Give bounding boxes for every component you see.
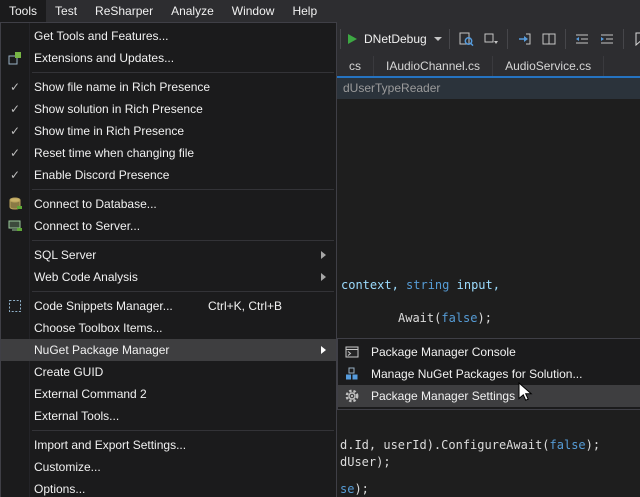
menu-item-nuget-package-manager[interactable]: NuGet Package Manager — [1, 339, 336, 361]
check-icon: ✓ — [10, 168, 20, 182]
menu-item-choose-toolbox-items[interactable]: Choose Toolbox Items... — [1, 317, 336, 339]
toolbar-separator — [449, 29, 450, 49]
bookmark-icon[interactable] — [631, 30, 640, 48]
menu-item-external-command-2[interactable]: External Command 2 — [1, 383, 336, 405]
code-fragment: context, string input, — [341, 278, 500, 292]
menu-separator — [32, 240, 334, 241]
menu-item-enable-discord-presence[interactable]: ✓ Enable Discord Presence — [1, 164, 336, 186]
code-fragment: dUser); — [340, 455, 391, 469]
menu-separator — [32, 72, 334, 73]
code-fragment: d.Id, userId).ConfigureAwait(false); — [340, 438, 600, 452]
menu-item-options[interactable]: Options... — [1, 478, 336, 497]
menu-separator — [32, 291, 334, 292]
split-window-icon[interactable] — [540, 30, 558, 48]
check-icon: ✓ — [10, 102, 20, 116]
tab-audioservice[interactable]: AudioService.cs — [493, 56, 604, 76]
check-icon: ✓ — [10, 80, 20, 94]
menu-item-external-tools[interactable]: External Tools... — [1, 405, 336, 427]
menu-item-show-file-name-rich-presence[interactable]: ✓ Show file name in Rich Presence — [1, 76, 336, 98]
run-icon[interactable] — [348, 34, 357, 44]
active-tab-underline — [337, 76, 640, 78]
menu-item-connect-to-database[interactable]: Connect to Database... — [1, 193, 336, 215]
menu-item-import-and-export-settings[interactable]: Import and Export Settings... — [1, 434, 336, 456]
indent-increase-icon[interactable] — [598, 30, 616, 48]
packages-icon — [338, 363, 366, 385]
code-fragment: se); — [340, 482, 369, 496]
chevron-down-icon[interactable] — [434, 37, 442, 41]
menu-item-customize[interactable]: Customize... — [1, 456, 336, 478]
navigate-dropdown-icon[interactable] — [482, 30, 500, 48]
open-in-editor-icon[interactable] — [515, 30, 533, 48]
tab-partial[interactable]: cs — [337, 56, 374, 76]
menubar-item-resharper[interactable]: ReSharper — [86, 0, 162, 22]
menu-item-code-snippets-manager[interactable]: Code Snippets Manager... Ctrl+K, Ctrl+B — [1, 295, 336, 317]
toolbar-separator — [565, 29, 566, 49]
menu-item-package-manager-settings[interactable]: Package Manager Settings — [338, 385, 640, 407]
submenu-arrow-icon — [321, 273, 326, 281]
menu-shortcut: Ctrl+K, Ctrl+B — [208, 299, 328, 313]
console-icon — [338, 341, 366, 363]
menu-separator — [32, 189, 334, 190]
menu-item-show-solution-rich-presence[interactable]: ✓ Show solution in Rich Presence — [1, 98, 336, 120]
menu-item-package-manager-console[interactable]: Package Manager Console — [338, 341, 640, 363]
find-in-files-icon[interactable] — [457, 30, 475, 48]
menu-item-connect-to-server[interactable]: Connect to Server... — [1, 215, 336, 237]
menubar-item-test[interactable]: Test — [46, 0, 86, 22]
menubar-item-help[interactable]: Help — [283, 0, 326, 22]
check-icon: ✓ — [10, 124, 20, 138]
code-fragment: Await(false); — [398, 311, 492, 325]
toolbar-separator — [340, 29, 341, 49]
check-icon: ✓ — [10, 146, 20, 160]
menubar-item-tools[interactable]: Tools — [0, 0, 46, 22]
extensions-icon — [1, 47, 29, 69]
toolbar-separator — [623, 29, 624, 49]
menubar-item-window[interactable]: Window — [223, 0, 284, 22]
menu-item-create-guid[interactable]: Create GUID — [1, 361, 336, 383]
database-icon — [1, 193, 29, 215]
toolbar-separator — [507, 29, 508, 49]
menubar-item-analyze[interactable]: Analyze — [162, 0, 223, 22]
breadcrumb[interactable]: dUserTypeReader — [343, 78, 440, 99]
menu-item-extensions-and-updates[interactable]: Extensions and Updates... — [1, 47, 336, 69]
run-target-label[interactable]: DNetDebug — [364, 32, 427, 46]
menu-item-manage-nuget-packages-for-solution[interactable]: Manage NuGet Packages for Solution... — [338, 363, 640, 385]
tools-menu-dropdown: Get Tools and Features... Extensions and… — [0, 22, 337, 497]
menu-item-show-time-rich-presence[interactable]: ✓ Show time in Rich Presence — [1, 120, 336, 142]
tab-iaudiochannel[interactable]: IAudioChannel.cs — [374, 56, 493, 76]
server-icon — [1, 215, 29, 237]
menubar: Tools Test ReSharper Analyze Window Help — [0, 0, 640, 22]
nuget-submenu: Package Manager Console Manage NuGet Pac… — [337, 338, 640, 410]
submenu-arrow-icon — [321, 251, 326, 259]
menu-item-sql-server[interactable]: SQL Server — [1, 244, 336, 266]
vs-window: Tools Test ReSharper Analyze Window Help… — [0, 0, 640, 497]
menu-item-get-tools-and-features[interactable]: Get Tools and Features... — [1, 25, 336, 47]
menu-item-reset-time-when-changing-file[interactable]: ✓ Reset time when changing file — [1, 142, 336, 164]
menu-separator — [32, 430, 334, 431]
snippets-icon — [1, 295, 29, 317]
submenu-arrow-icon — [321, 346, 326, 354]
indent-decrease-icon[interactable] — [573, 30, 591, 48]
gear-icon — [338, 385, 366, 407]
menu-item-web-code-analysis[interactable]: Web Code Analysis — [1, 266, 336, 288]
